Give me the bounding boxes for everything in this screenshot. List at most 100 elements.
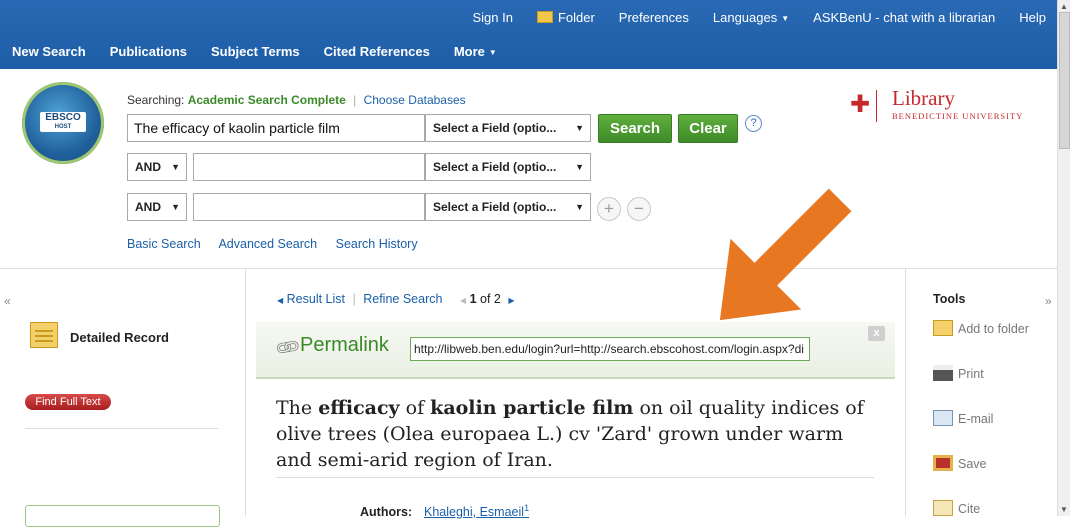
searching-label: Searching: <box>127 93 185 107</box>
line-icon <box>35 335 53 337</box>
separator: | <box>353 93 357 107</box>
chevron-down-icon: ▼ <box>171 162 180 172</box>
chevron-down-icon: ▼ <box>575 162 584 172</box>
ebscohost-logo[interactable]: EBSCO HOST <box>22 82 104 164</box>
library-name: Library <box>892 86 955 110</box>
result-list-link[interactable]: Result List <box>287 292 345 306</box>
result-navigation: ◀ Result List | Refine Search ◀ 1 of 2 ▶ <box>277 292 515 306</box>
nav-publications[interactable]: Publications <box>110 44 187 59</box>
save-icon <box>933 455 953 471</box>
help-link[interactable]: Help <box>1019 10 1046 25</box>
refine-search-link[interactable]: Refine Search <box>363 292 442 306</box>
of-label: of <box>480 292 491 306</box>
detailed-record-label: Detailed Record <box>70 330 169 345</box>
current-result: 1 <box>469 292 477 306</box>
line-icon <box>35 330 53 332</box>
tool-label: Add to folder <box>958 322 1029 336</box>
scroll-down-icon[interactable]: ▼ <box>1060 505 1068 514</box>
languages-menu[interactable]: Languages ▼ <box>713 10 789 25</box>
tool-label: E-mail <box>958 412 994 426</box>
total-results: 2 <box>493 292 501 306</box>
boolean-label: AND <box>135 200 161 214</box>
tool-label: Cite <box>958 502 981 516</box>
add-row-icon[interactable]: + <box>597 197 621 221</box>
nav-cited-references[interactable]: Cited References <box>324 44 430 59</box>
left-sidebar <box>0 269 246 516</box>
field-select-label: Select a Field (optio... <box>433 160 557 174</box>
next-result-icon[interactable]: ▶ <box>508 296 514 305</box>
chevron-down-icon: ▼ <box>171 202 180 212</box>
tool-label: Print <box>958 367 984 381</box>
choose-databases-link[interactable]: Choose Databases <box>364 93 466 107</box>
back-arrow-icon: ◀ <box>277 296 284 305</box>
advanced-search-link[interactable]: Advanced Search <box>218 237 317 251</box>
author-link[interactable]: Khaleghi, Esmaeil1 <box>424 503 529 519</box>
search-button[interactable]: Search <box>598 114 672 143</box>
arrow-shaft <box>751 188 852 289</box>
search-input-1[interactable]: The efficacy of kaolin particle film <box>127 114 425 142</box>
tool-save[interactable]: Save <box>933 455 987 471</box>
close-icon[interactable]: x <box>868 326 885 341</box>
preferences-link[interactable]: Preferences <box>619 10 689 25</box>
chevron-down-icon: ▼ <box>488 48 497 57</box>
boolean-select-2[interactable]: AND ▼ <box>127 153 187 181</box>
author-affiliation-marker: 1 <box>524 503 530 513</box>
field-select-label: Select a Field (optio... <box>433 121 557 135</box>
search-history-link[interactable]: Search History <box>336 237 418 251</box>
permalink-label: Permalink <box>300 334 389 356</box>
searching-line: Searching: Academic Search Complete | Ch… <box>127 93 466 107</box>
search-input-2[interactable] <box>193 153 425 181</box>
field-select-1[interactable]: Select a Field (optio... ▼ <box>425 114 591 142</box>
annotation-arrow-icon <box>719 188 852 321</box>
chevron-down-icon: ▼ <box>781 13 790 23</box>
separator: | <box>352 292 356 306</box>
help-icon[interactable]: ? <box>745 115 762 132</box>
chevron-down-icon: ▼ <box>575 123 584 133</box>
remove-row-icon[interactable]: − <box>627 197 651 221</box>
boolean-select-3[interactable]: AND ▼ <box>127 193 187 221</box>
scroll-up-icon[interactable]: ▲ <box>1060 2 1068 11</box>
clear-button[interactable]: Clear <box>678 114 738 143</box>
find-full-text-button[interactable]: Find Full Text <box>25 394 111 410</box>
top-links: Sign In Folder Preferences Languages ▼ AS… <box>460 0 1058 34</box>
basic-search-link[interactable]: Basic Search <box>127 237 201 251</box>
tools-title: Tools <box>933 292 966 306</box>
tool-cite[interactable]: Cite <box>933 500 980 516</box>
collapse-left-icon[interactable]: « <box>4 294 11 308</box>
header-bar: Sign In Folder Preferences Languages ▼ AS… <box>0 0 1058 69</box>
prev-result-icon[interactable]: ◀ <box>460 296 466 305</box>
record-title: The efficacy of kaolin particle film on … <box>276 395 876 473</box>
field-select-3[interactable]: Select a Field (optio... ▼ <box>425 193 591 221</box>
logo-main-text: EBSCO <box>45 112 81 123</box>
left-panel-box <box>25 505 220 527</box>
permalink-url-field[interactable]: http://libweb.ben.edu/login?url=http://s… <box>410 337 810 361</box>
search-mode-links: Basic Search Advanced Search Search Hist… <box>127 237 433 251</box>
library-logo[interactable]: ✚ Library BENEDICTINE UNIVERSITY <box>850 86 1040 128</box>
nav-more-menu[interactable]: More ▼ <box>454 44 497 59</box>
tools-sidebar <box>905 269 1059 516</box>
chevron-down-icon: ▼ <box>575 202 584 212</box>
tool-print[interactable]: Print <box>933 365 984 381</box>
database-name: Academic Search Complete <box>187 93 346 107</box>
nav-subject-terms[interactable]: Subject Terms <box>211 44 300 59</box>
title-highlight: kaolin particle film <box>430 397 634 419</box>
main-nav: New Search Publications Subject Terms Ci… <box>0 34 509 69</box>
email-icon <box>933 410 953 426</box>
nav-more-label: More <box>453 44 485 59</box>
cross-icon: ✚ <box>850 91 871 118</box>
sign-in-link[interactable]: Sign In <box>472 10 512 25</box>
tool-add-to-folder[interactable]: Add to folder <box>933 320 1029 336</box>
ask-librarian-link[interactable]: ASKBenU - chat with a librarian <box>813 10 995 25</box>
collapse-right-icon[interactable]: » <box>1045 294 1052 308</box>
nav-new-search[interactable]: New Search <box>12 44 86 59</box>
scrollbar-thumb[interactable] <box>1059 12 1070 149</box>
folder-link[interactable]: Folder <box>536 9 595 25</box>
search-input-3[interactable] <box>193 193 425 221</box>
field-select-2[interactable]: Select a Field (optio... ▼ <box>425 153 591 181</box>
tool-email[interactable]: E-mail <box>933 410 993 426</box>
field-select-label: Select a Field (optio... <box>433 200 557 214</box>
university-name: BENEDICTINE UNIVERSITY <box>892 111 1024 121</box>
logo-text: EBSCO HOST <box>40 112 86 132</box>
languages-label: Languages <box>712 9 778 25</box>
folder-link-label: Folder <box>557 9 595 25</box>
